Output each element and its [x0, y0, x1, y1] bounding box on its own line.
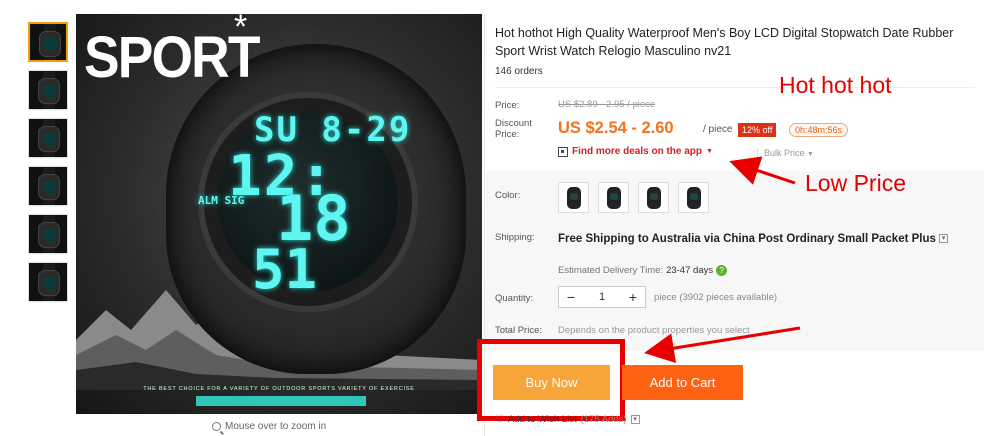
heart-icon: ♡ — [495, 414, 504, 425]
order-count[interactable]: 146 orders — [495, 66, 543, 77]
quantity-label: Quantity: — [495, 293, 534, 304]
tagline-bar — [196, 396, 366, 406]
discount-badge: 12% off — [738, 123, 777, 137]
thumbnail-strip — [28, 22, 72, 310]
discount-price: US $2.54 - 2.60 — [558, 119, 674, 137]
annotation-hot: Hot hot hot — [779, 72, 892, 98]
color-swatch-4[interactable] — [678, 182, 709, 213]
chevron-down-icon: ▼ — [807, 151, 814, 158]
zoom-hint-text: Mouse over to zoom in — [225, 421, 327, 432]
divider — [495, 87, 975, 88]
total-price-label: Total Price: — [495, 325, 542, 336]
delivery-label: Estimated Delivery Time: — [558, 265, 664, 276]
chevron-down-icon[interactable]: ▾ — [630, 415, 640, 424]
color-swatch-1[interactable] — [558, 182, 589, 213]
lcd-seconds: 51 — [252, 238, 318, 301]
thumbnail-4[interactable] — [28, 166, 68, 206]
stock-note: piece (3902 pieces available) — [654, 292, 778, 303]
price-label: Price: — [495, 100, 520, 111]
shipping-method[interactable]: Free Shipping to Australia via China Pos… — [558, 231, 958, 247]
price-unit: / piece — [703, 124, 733, 135]
image-tagline: THE BEST CHOICE FOR A VARIETY OF OUTDOOR… — [143, 386, 415, 392]
thumbnail-1[interactable] — [28, 22, 68, 62]
bulk-price-text: Bulk Price — [764, 148, 805, 158]
increase-button[interactable]: + — [621, 289, 645, 305]
chevron-down-icon: ▼ — [706, 148, 713, 155]
quantity-input[interactable]: 1 — [583, 291, 621, 303]
main-product-image[interactable]: SPORT * SU 8-29 12: 18 51 ALM SIG THE BE… — [76, 14, 482, 414]
decrease-button[interactable]: − — [559, 289, 583, 305]
lcd-labels: ALM SIG — [198, 194, 245, 207]
add-to-cart-button[interactable]: Add to Cart — [622, 365, 743, 400]
color-swatch-3[interactable] — [638, 182, 669, 213]
quantity-stepper: − 1 + — [558, 286, 646, 308]
countdown-timer: 0h:48m:56s — [789, 123, 849, 137]
product-title: Hot hothot High Quality Waterproof Men's… — [495, 26, 954, 58]
shipping-label: Shipping: — [495, 232, 535, 243]
qr-code-icon — [558, 146, 568, 157]
zoom-hint: Mouse over to zoom in — [212, 421, 326, 432]
app-deals-text: Find more deals on the app — [572, 146, 703, 157]
brand-star: * — [234, 14, 248, 46]
thumbnail-2[interactable] — [28, 70, 68, 110]
color-swatch-2[interactable] — [598, 182, 629, 213]
app-deals-link[interactable]: Find more deals on the app ▼ — [558, 146, 713, 157]
delivery-days: 23-47 days — [666, 265, 714, 276]
total-price-note: Depends on the product properties you se… — [558, 325, 750, 336]
discount-label-line2: Price: — [495, 129, 520, 140]
shipping-text: Free Shipping to Australia via China Pos… — [558, 233, 936, 245]
wishlist-text: Add to Wish List — [507, 414, 577, 425]
wishlist-link[interactable]: ♡ Add to Wish List (175 Adds) ▾ — [495, 414, 640, 425]
original-price: US $2.89 - 2.95 / piece — [558, 99, 656, 110]
magnifier-icon — [212, 422, 221, 431]
thumbnail-5[interactable] — [28, 214, 68, 254]
delivery-estimate: Estimated Delivery Time: 23-47 days ? — [558, 265, 728, 276]
product-detail-panel: Hot hothot High Quality Waterproof Men's… — [477, 14, 984, 436]
annotation-low-price: Low Price — [805, 170, 906, 196]
chevron-down-icon[interactable]: ▾ — [939, 234, 949, 244]
brand-logo: SPORT — [84, 25, 260, 90]
wishlist-count: (175 Adds) — [580, 414, 627, 425]
color-label: Color: — [495, 190, 521, 201]
thumbnail-3[interactable] — [28, 118, 68, 158]
discount-label-line1: Discount — [495, 118, 532, 129]
question-icon[interactable]: ? — [716, 265, 728, 276]
thumbnail-6[interactable] — [28, 262, 68, 302]
buy-now-highlight-frame — [477, 339, 625, 421]
bulk-price-dropdown[interactable]: Bulk Price ▼ — [757, 148, 814, 158]
